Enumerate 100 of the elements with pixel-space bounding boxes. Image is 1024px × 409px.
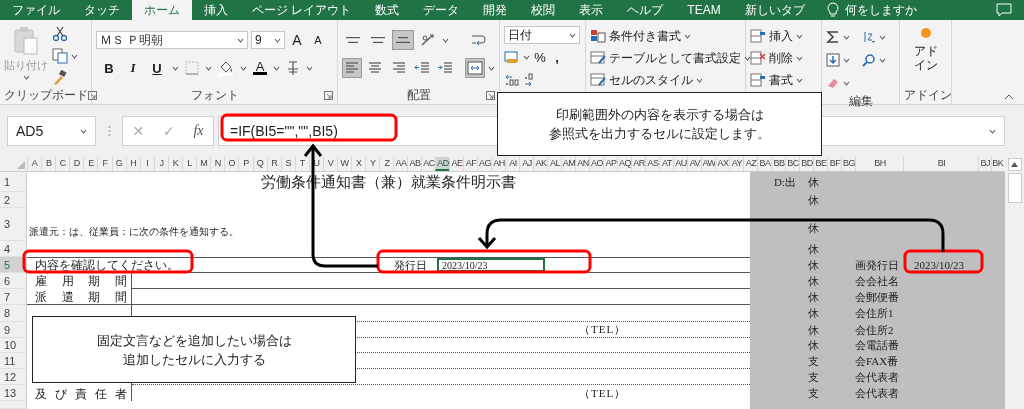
- column-header[interactable]: Q: [252, 157, 267, 171]
- ribbon-tab[interactable]: 新しいタブ: [732, 0, 817, 20]
- italic-button[interactable]: I: [124, 60, 142, 76]
- column-header[interactable]: H: [125, 157, 140, 171]
- underline-button[interactable]: U: [148, 60, 166, 76]
- column-header[interactable]: BB: [771, 157, 786, 171]
- styles-menu-button[interactable]: セルのスタイル: [590, 70, 741, 90]
- ribbon-tab[interactable]: ファイル: [0, 0, 72, 20]
- column-header[interactable]: E: [83, 157, 98, 171]
- font-color-button[interactable]: A: [253, 61, 267, 75]
- cells-menu-button[interactable]: 削除: [750, 48, 817, 68]
- column-header[interactable]: AP: [603, 157, 618, 171]
- column-header[interactable]: T: [294, 157, 309, 171]
- row-header[interactable]: 3: [0, 208, 27, 241]
- column-header[interactable]: AG: [477, 157, 492, 171]
- row-header[interactable]: 4: [0, 241, 27, 257]
- column-header[interactable]: K: [167, 157, 183, 171]
- cells-menu-button[interactable]: 挿入: [750, 26, 817, 46]
- insert-function-button[interactable]: fx: [193, 123, 204, 139]
- column-header[interactable]: AW: [701, 157, 716, 171]
- row-header[interactable]: 12: [0, 369, 27, 385]
- column-header[interactable]: X: [351, 157, 366, 171]
- scrollbar-thumb[interactable]: [1007, 173, 1022, 203]
- column-header[interactable]: AY: [729, 157, 744, 171]
- alignment-button[interactable]: [392, 30, 414, 50]
- column-header[interactable]: AF: [463, 157, 478, 171]
- column-header[interactable]: AD: [435, 157, 450, 171]
- ribbon-tab[interactable]: 数式: [363, 0, 412, 20]
- row-header[interactable]: 9: [0, 322, 27, 338]
- column-header[interactable]: BD: [799, 157, 814, 171]
- ribbon-tab[interactable]: TEAM: [675, 0, 733, 20]
- ribbon-tab[interactable]: データ: [411, 0, 472, 20]
- column-header[interactable]: AR: [631, 157, 646, 171]
- column-header[interactable]: P: [238, 157, 253, 171]
- row-header[interactable]: 13: [0, 385, 27, 401]
- column-header[interactable]: AK: [533, 157, 548, 171]
- column-header[interactable]: BK: [990, 157, 1004, 171]
- column-header[interactable]: AI: [505, 157, 520, 171]
- column-header[interactable]: N: [210, 157, 225, 171]
- name-box[interactable]: AD5: [7, 116, 96, 146]
- ribbon-tab[interactable]: 表示: [567, 0, 616, 20]
- date-cell[interactable]: 2023/10/23: [437, 258, 545, 272]
- column-header[interactable]: AZ: [743, 157, 758, 171]
- row-header[interactable]: 5: [0, 257, 27, 273]
- number-format-field[interactable]: 日付: [504, 26, 580, 44]
- column-header[interactable]: BC: [785, 157, 800, 171]
- column-header[interactable]: AL: [547, 157, 562, 171]
- alignment-button[interactable]: [464, 58, 485, 78]
- column-header[interactable]: AX: [715, 157, 730, 171]
- column-header[interactable]: AU: [673, 157, 688, 171]
- column-header[interactable]: AH: [491, 157, 506, 171]
- column-header[interactable]: D: [69, 157, 84, 171]
- column-header[interactable]: O: [224, 157, 239, 171]
- ribbon-tab[interactable]: 校閲: [519, 0, 568, 20]
- scroll-up-button[interactable]: [1007, 158, 1022, 171]
- row-header[interactable]: 10: [0, 338, 27, 353]
- row-header[interactable]: 2: [0, 192, 27, 208]
- column-header[interactable]: S: [280, 157, 295, 171]
- percent-style-button[interactable]: %: [533, 49, 547, 65]
- column-header[interactable]: AM: [561, 157, 576, 171]
- tell-me-field[interactable]: 何をしますか: [844, 1, 917, 19]
- column-header[interactable]: V: [322, 157, 338, 171]
- font-name-field[interactable]: ＭＳ Ｐ明朝: [96, 31, 248, 49]
- ribbon-tab[interactable]: ホーム: [132, 0, 192, 20]
- column-header[interactable]: J: [153, 157, 168, 171]
- row-header[interactable]: 6: [0, 273, 27, 289]
- bold-button[interactable]: B: [100, 60, 118, 76]
- column-header[interactable]: BI: [903, 157, 979, 171]
- column-header[interactable]: Y: [365, 157, 380, 171]
- add-ins-button[interactable]: アド イン: [904, 24, 947, 87]
- column-header[interactable]: AO: [589, 157, 604, 171]
- increase-font-size-button[interactable]: A: [288, 32, 306, 48]
- column-header[interactable]: AT: [659, 157, 674, 171]
- column-header[interactable]: I: [139, 157, 154, 171]
- ribbon-tab[interactable]: ページ レイアウト: [240, 0, 364, 20]
- column-header[interactable]: Z: [379, 157, 394, 171]
- ribbon-tab[interactable]: ヘルプ: [615, 0, 676, 20]
- ribbon-tab[interactable]: タッチ: [72, 0, 132, 20]
- column-header[interactable]: AV: [687, 157, 702, 171]
- column-header[interactable]: G: [111, 157, 126, 171]
- column-header[interactable]: B: [41, 157, 56, 171]
- column-header[interactable]: BH: [855, 157, 904, 171]
- ribbon-tab[interactable]: 挿入: [192, 0, 240, 20]
- column-header[interactable]: AS: [645, 157, 660, 171]
- column-header[interactable]: L: [182, 157, 197, 171]
- column-header[interactable]: M: [196, 157, 211, 171]
- column-header[interactable]: BF: [827, 157, 842, 171]
- column-header[interactable]: BE: [813, 157, 828, 171]
- row-header[interactable]: 11: [0, 353, 27, 369]
- column-header[interactable]: AJ: [519, 157, 534, 171]
- column-header[interactable]: C: [55, 157, 70, 171]
- row-header[interactable]: 7: [0, 289, 27, 305]
- column-header[interactable]: A: [27, 157, 42, 171]
- row-header[interactable]: 8: [0, 305, 27, 322]
- styles-menu-button[interactable]: テーブルとして書式設定: [590, 48, 741, 68]
- column-header[interactable]: AN: [575, 157, 590, 171]
- column-header[interactable]: BA: [757, 157, 772, 171]
- column-header[interactable]: AE: [449, 157, 464, 171]
- styles-menu-button[interactable]: 条件付き書式: [590, 26, 741, 46]
- column-header[interactable]: AA: [393, 157, 408, 171]
